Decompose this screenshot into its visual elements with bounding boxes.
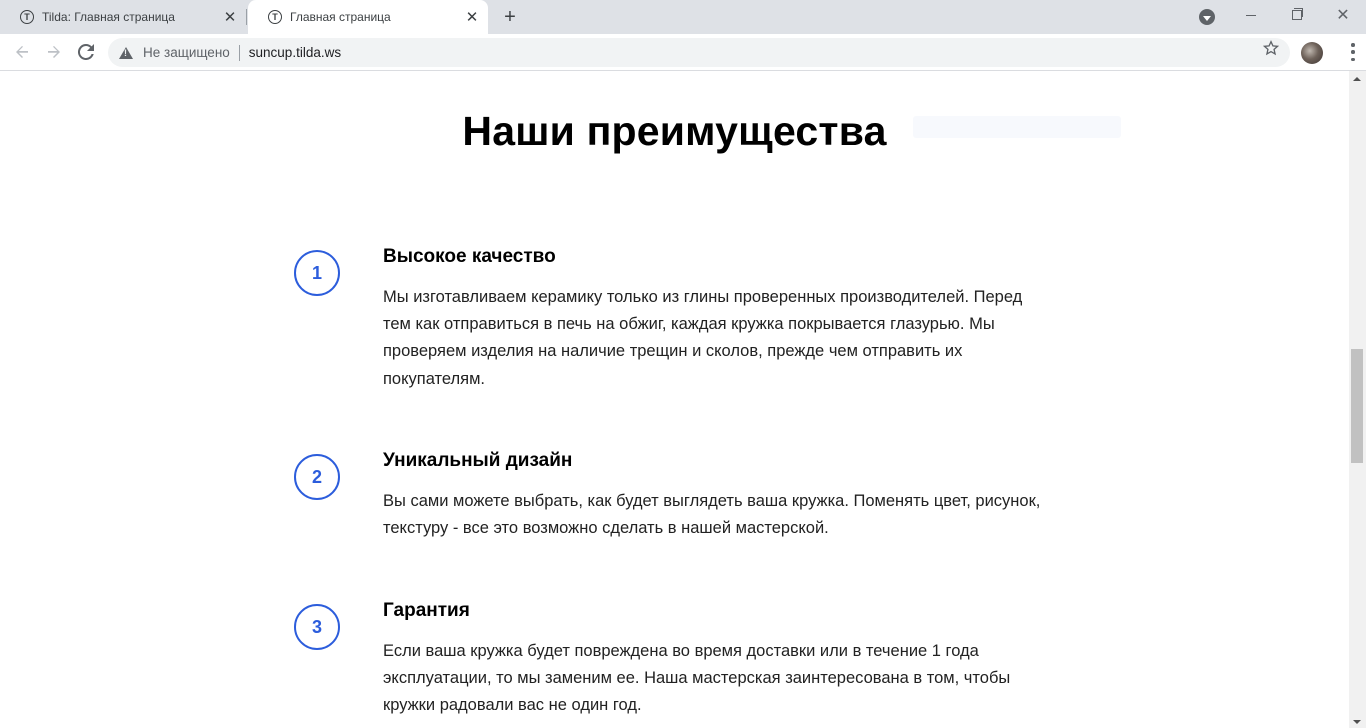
minimize-button[interactable]	[1228, 0, 1274, 30]
omnibox-separator	[238, 44, 240, 61]
item-description: Мы изготавливаем керамику только из глин…	[383, 288, 1023, 388]
item-number-badge: 1	[294, 250, 340, 296]
close-window-button[interactable]: ✕	[1320, 0, 1366, 30]
tab-separator	[246, 9, 247, 25]
profile-avatar[interactable]	[1301, 42, 1323, 64]
warning-triangle-icon[interactable]	[119, 46, 133, 59]
new-tab-button[interactable]: +	[498, 5, 522, 29]
page-content: Наши преимущества 1 Высокое качество Мы …	[0, 71, 1349, 728]
close-tab-icon[interactable]: ✕	[464, 9, 480, 26]
tab-search-icon[interactable]	[1199, 9, 1215, 25]
tilda-favicon-icon: T	[20, 10, 34, 24]
url-text[interactable]: suncup.tilda.ws	[249, 45, 341, 60]
close-tab-icon[interactable]: ✕	[222, 9, 238, 26]
kebab-menu-icon[interactable]	[1351, 43, 1355, 61]
address-bar[interactable]: Не защищено suncup.tilda.ws	[108, 38, 1290, 67]
tab-title: Tilda: Главная страница	[42, 10, 175, 24]
section-heading: Наши преимущества	[462, 108, 887, 154]
tab-strip: T Tilda: Главная страница ✕ T Главная ст…	[0, 0, 1366, 34]
vertical-scrollbar[interactable]	[1349, 71, 1366, 728]
item-description: Вы сами можете выбрать, как будет выгляд…	[383, 492, 1041, 538]
browser-toolbar: Не защищено suncup.tilda.ws	[0, 34, 1366, 71]
minimize-icon	[1246, 14, 1256, 16]
scroll-thumb[interactable]	[1351, 349, 1363, 463]
scroll-down-arrow-icon[interactable]	[1353, 720, 1361, 724]
item-description: Если ваша кружка будет повреждена во вре…	[383, 642, 1011, 715]
item-title: Гарантия	[383, 600, 470, 621]
tilda-favicon-icon: T	[268, 10, 282, 24]
item-title: Высокое качество	[383, 246, 556, 267]
star-icon[interactable]	[1262, 40, 1280, 61]
item-number-badge: 2	[294, 454, 340, 500]
item-title: Уникальный дизайн	[383, 450, 573, 471]
arrow-right-icon[interactable]	[42, 40, 66, 64]
faded-widget	[913, 116, 1121, 138]
scroll-up-arrow-icon[interactable]	[1353, 77, 1361, 81]
arrow-left-icon[interactable]	[10, 40, 34, 64]
restore-button[interactable]	[1274, 0, 1320, 30]
tab-title: Главная страница	[290, 10, 391, 24]
item-number-badge: 3	[294, 604, 340, 650]
restore-icon	[1292, 8, 1303, 20]
reload-icon[interactable]	[74, 40, 98, 64]
tab-tilda-home[interactable]: T Tilda: Главная страница ✕	[0, 0, 246, 34]
tab-home-page[interactable]: T Главная страница ✕	[248, 0, 488, 34]
security-label[interactable]: Не защищено	[143, 45, 230, 60]
